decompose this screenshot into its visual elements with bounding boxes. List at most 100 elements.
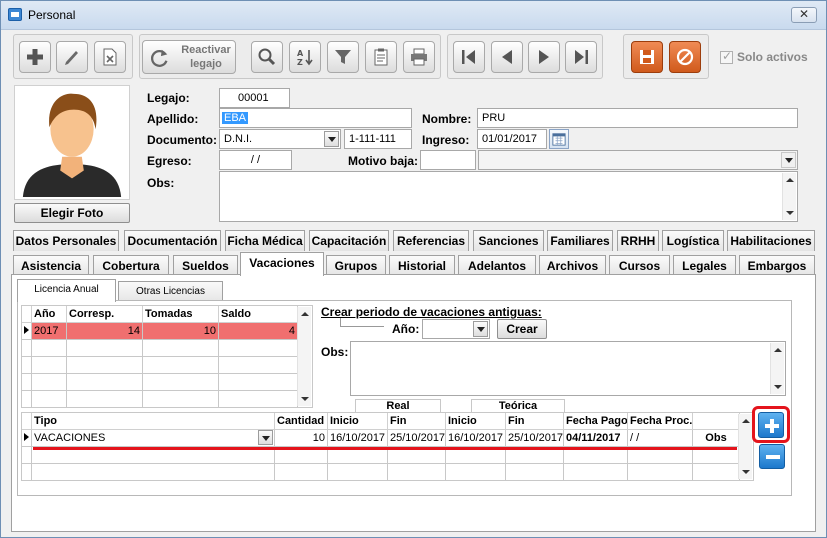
delete-record-button[interactable] — [94, 41, 126, 73]
col-cantidad: Cantidad — [274, 413, 328, 430]
chevron-down-icon[interactable] — [781, 152, 796, 168]
close-button[interactable]: ✕ — [791, 7, 817, 23]
cell-real-fin[interactable]: 25/10/2017 — [387, 429, 446, 447]
tab-referencias[interactable]: Referencias — [393, 230, 469, 251]
tab-ficha-medica[interactable]: Ficha Médica — [225, 230, 305, 251]
cancel-icon — [676, 48, 694, 66]
tab-capacitacion[interactable]: Capacitación — [309, 230, 389, 251]
saldo-anual-table: Año Corresp. Tomadas Saldo 2017 14 10 4 — [22, 306, 298, 407]
tab-cobertura[interactable]: Cobertura — [93, 255, 169, 276]
chevron-down-icon[interactable] — [324, 131, 339, 147]
chevron-down-icon[interactable] — [473, 321, 488, 337]
highlight-underline — [33, 447, 737, 450]
nombre-label: Nombre: — [422, 112, 472, 126]
tab-legales[interactable]: Legales — [673, 255, 736, 276]
filter-button[interactable] — [327, 41, 359, 73]
motivo-baja-select[interactable] — [478, 150, 798, 170]
edit-button[interactable] — [56, 41, 88, 73]
tab-embargos[interactable]: Embargos — [739, 255, 815, 276]
report-button[interactable] — [365, 41, 397, 73]
remove-row-button[interactable] — [759, 444, 785, 469]
tab-cursos[interactable]: Cursos — [609, 255, 670, 276]
tab-vacaciones[interactable]: Vacaciones — [240, 252, 324, 276]
crear-obs-scrollbar[interactable] — [770, 343, 784, 394]
obs-textarea[interactable] — [219, 171, 798, 222]
cell-real-inicio[interactable]: 16/10/2017 — [327, 429, 388, 447]
egreso-label: Egreso: — [147, 154, 192, 168]
calendar-button[interactable] — [549, 129, 569, 149]
col-real-inicio: Inicio — [327, 413, 388, 430]
crear-obs-textarea[interactable] — [350, 341, 786, 396]
obs-scrollbar[interactable] — [782, 173, 796, 220]
tab-datos-personales[interactable]: Datos Personales — [13, 230, 119, 251]
tab-historial[interactable]: Historial — [389, 255, 455, 276]
last-record-button[interactable] — [565, 41, 597, 73]
subtab-licencia-anual[interactable]: Licencia Anual — [17, 279, 116, 302]
tab-rrhh[interactable]: RRHH — [617, 230, 659, 251]
new-button[interactable] — [19, 41, 51, 73]
col-corresp: Corresp. — [66, 306, 143, 323]
saldo-scrollbar[interactable] — [297, 307, 311, 406]
tab-familiares[interactable]: Familiares — [547, 230, 613, 251]
cell-fecha-pago[interactable]: 04/11/2017 — [563, 429, 628, 447]
cell-cantidad[interactable]: 10 — [274, 429, 328, 447]
nombre-input[interactable]: PRU — [477, 108, 798, 128]
table-row[interactable]: 2017 14 10 4 — [22, 322, 298, 340]
documento-tipo-select[interactable]: D.N.I. — [219, 129, 341, 149]
ingreso-label: Ingreso: — [422, 133, 470, 147]
egreso-input[interactable]: / / — [219, 150, 292, 170]
cell-teo-fin[interactable]: 25/10/2017 — [505, 429, 564, 447]
cell-teo-inicio[interactable]: 16/10/2017 — [445, 429, 506, 447]
tab-documentacion[interactable]: Documentación — [124, 230, 221, 251]
ano-label: Año: — [392, 322, 420, 336]
save-button[interactable] — [631, 41, 663, 73]
cell-tipo[interactable]: VACACIONES — [31, 429, 275, 447]
sort-button[interactable]: AZ — [289, 41, 321, 73]
tab-grupos[interactable]: Grupos — [326, 255, 386, 276]
cell-fecha-proc[interactable]: / / — [627, 429, 693, 447]
legajo-input[interactable]: 00001 — [219, 88, 290, 108]
cell-corresp: 14 — [66, 322, 143, 340]
employee-photo — [14, 85, 130, 200]
tab-habilitaciones[interactable]: Habilitaciones — [727, 230, 815, 251]
crear-button[interactable]: Crear — [497, 319, 547, 339]
tab-archivos[interactable]: Archivos — [539, 255, 606, 276]
tab-logistica[interactable]: Logística — [662, 230, 724, 251]
col-saldo: Saldo — [218, 306, 298, 323]
table-row[interactable]: VACACIONES 10 16/10/2017 25/10/2017 16/1… — [22, 429, 740, 447]
col-ano: Año — [31, 306, 67, 323]
person-avatar-icon — [22, 93, 122, 198]
col-fecha-pago: Fecha Pago — [563, 413, 628, 430]
cancel-button[interactable] — [669, 41, 701, 73]
col-fecha-proc: Fecha Proc. — [627, 413, 693, 430]
chevron-down-icon[interactable] — [258, 430, 273, 445]
refresh-icon — [151, 49, 168, 67]
next-record-button[interactable] — [528, 41, 560, 73]
obs-cell-button[interactable]: Obs — [692, 429, 740, 447]
cell-tomadas: 10 — [142, 322, 219, 340]
subtab-otras-licencias[interactable]: Otras Licencias — [118, 281, 223, 302]
solo-activos-checkbox[interactable] — [720, 49, 733, 64]
table-row — [22, 373, 298, 391]
ingreso-input[interactable]: 01/01/2017 — [477, 129, 547, 149]
first-record-button[interactable] — [453, 41, 485, 73]
documento-numero-input[interactable]: 1-111-111 — [344, 129, 412, 149]
tipo-value: VACACIONES — [34, 432, 106, 444]
tab-sueldos[interactable]: Sueldos — [173, 255, 238, 276]
group-real-header: Real — [355, 399, 441, 412]
next-icon — [539, 50, 549, 64]
apellido-input[interactable]: EBA — [219, 108, 412, 128]
elegir-foto-button[interactable]: Elegir Foto — [14, 203, 130, 223]
previous-record-button[interactable] — [491, 41, 523, 73]
ano-select[interactable] — [422, 319, 490, 339]
tab-sanciones[interactable]: Sanciones — [473, 230, 544, 251]
tab-adelantos[interactable]: Adelantos — [458, 255, 536, 276]
crear-obs-label: Obs: — [321, 345, 349, 359]
reactivar-legajo-button[interactable]: Reactivar legajo — [142, 40, 236, 74]
search-button[interactable] — [251, 41, 283, 73]
detail-scrollbar[interactable] — [738, 414, 752, 479]
tab-asistencia[interactable]: Asistencia — [13, 255, 89, 276]
print-button[interactable] — [403, 41, 435, 73]
motivo-baja-code-input[interactable] — [420, 150, 476, 170]
add-row-button[interactable] — [758, 412, 784, 438]
